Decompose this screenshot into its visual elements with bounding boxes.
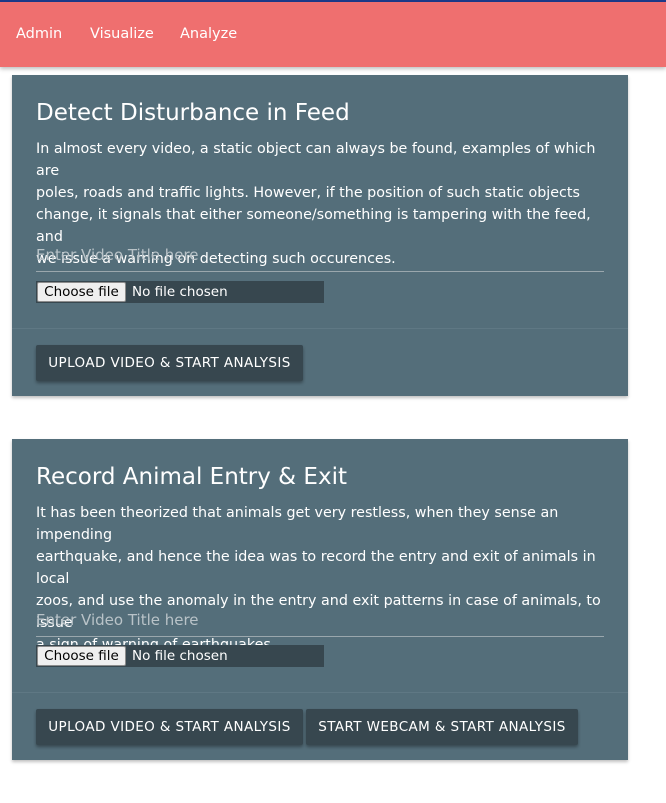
card-action-divider — [12, 692, 628, 693]
choose-file-button[interactable]: Choose file — [37, 646, 126, 666]
file-status-text: No file chosen — [132, 648, 228, 664]
animal-entry-card: Record Animal Entry & Exit It has been t… — [12, 439, 628, 760]
file-input[interactable]: Choose file No file chosen — [36, 281, 324, 303]
card-title: Detect Disturbance in Feed — [36, 100, 350, 126]
file-status-text: No file chosen — [132, 284, 228, 300]
description-line: earthquake, and hence the idea was to re… — [36, 549, 596, 587]
description-line: In almost every video, a static object c… — [36, 141, 596, 179]
nav-visualize-link[interactable]: Visualize — [90, 26, 154, 42]
description-line: It has been theorized that animals get v… — [36, 505, 559, 543]
upload-video-button[interactable]: UPLOAD VIDEO & START ANALYSIS — [36, 709, 303, 745]
video-title-input[interactable] — [36, 604, 604, 637]
disturbance-card: Detect Disturbance in Feed In almost eve… — [12, 75, 628, 396]
top-navbar: Admin Visualize Analyze — [0, 2, 666, 67]
description-line: poles, roads and traffic lights. However… — [36, 185, 580, 201]
card-title: Record Animal Entry & Exit — [36, 464, 347, 490]
nav-analyze-link[interactable]: Analyze — [180, 26, 237, 42]
file-input[interactable]: Choose file No file chosen — [36, 645, 324, 667]
card-action-divider — [12, 328, 628, 329]
start-webcam-button[interactable]: START WEBCAM & START ANALYSIS — [306, 709, 578, 745]
choose-file-button[interactable]: Choose file — [37, 282, 126, 302]
video-title-input[interactable] — [36, 239, 604, 272]
nav-admin-link[interactable]: Admin — [16, 26, 62, 42]
upload-video-button[interactable]: UPLOAD VIDEO & START ANALYSIS — [36, 345, 303, 381]
